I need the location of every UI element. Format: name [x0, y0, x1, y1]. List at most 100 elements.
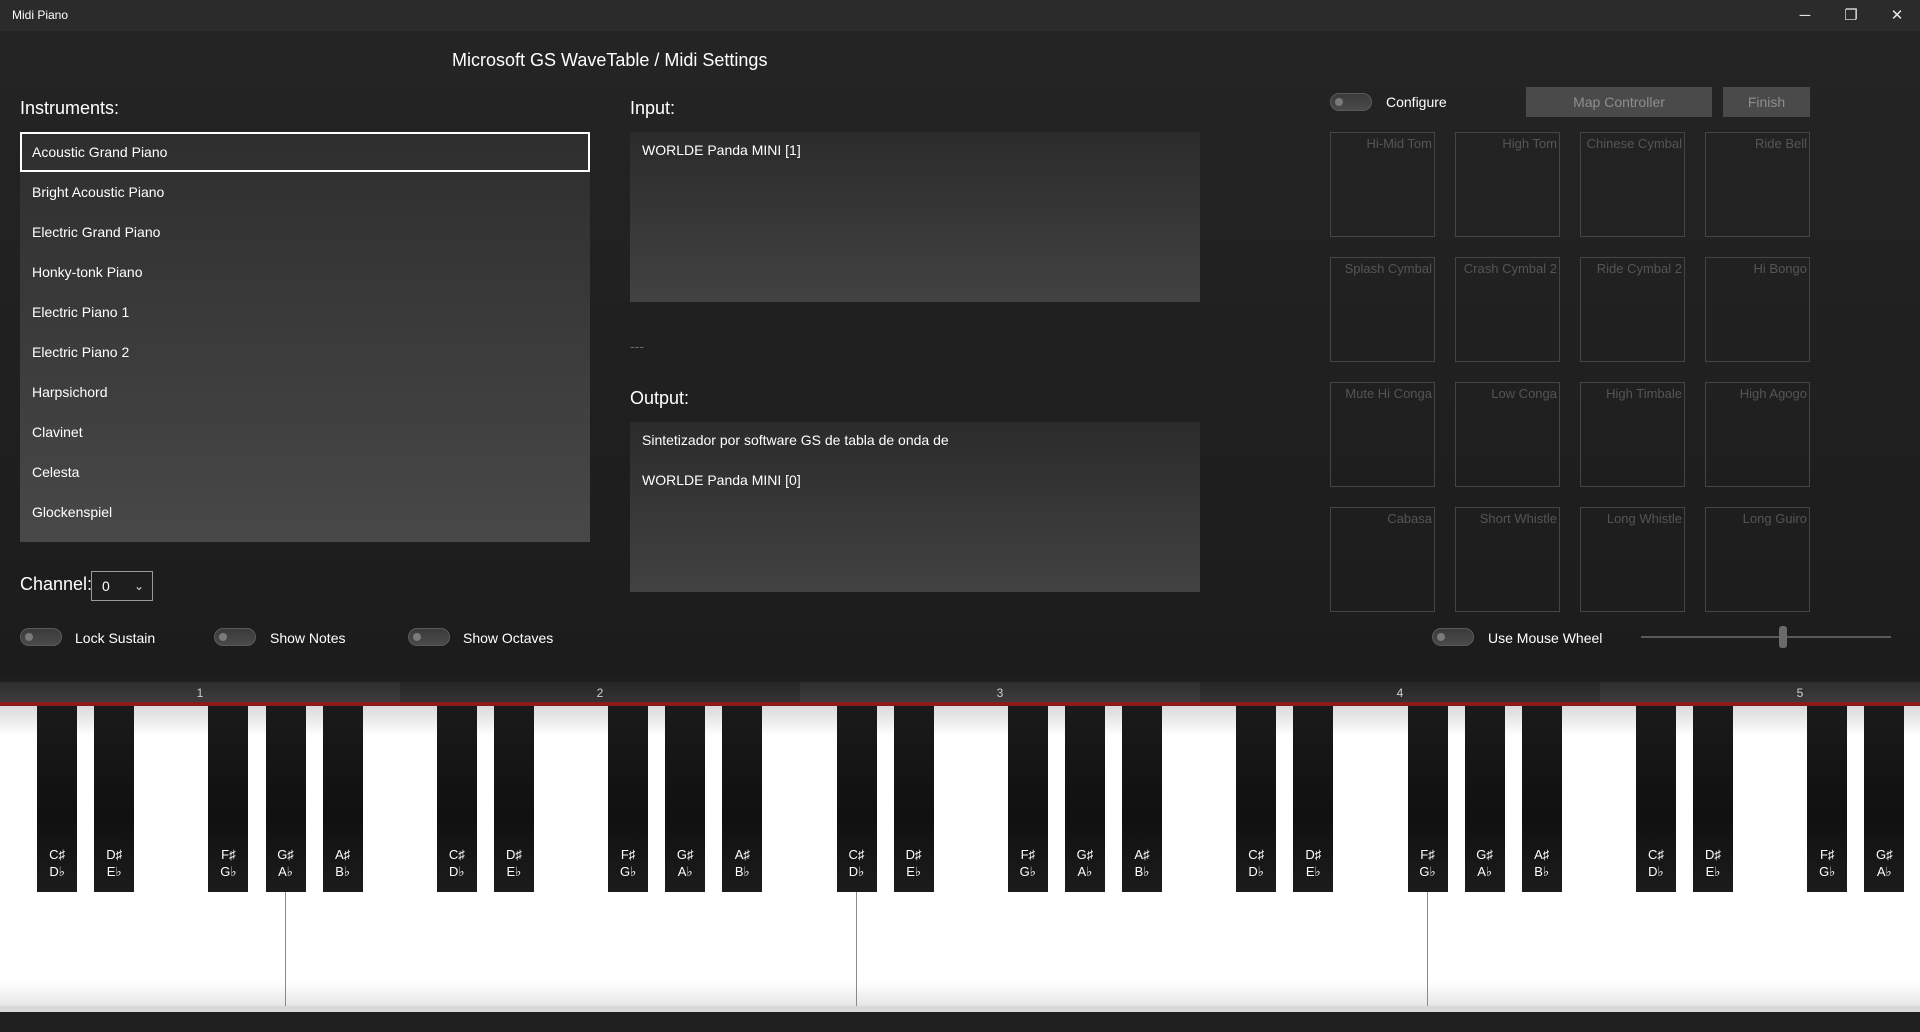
- toggle-knob: [1437, 633, 1445, 641]
- black-key-sharp-label: A♯: [1534, 847, 1550, 862]
- show-octaves-toggle[interactable]: [408, 628, 450, 646]
- black-key-flat-label: D♭: [848, 864, 865, 879]
- black-key[interactable]: G♯ A♭: [1464, 706, 1505, 892]
- octave-label: 3: [800, 682, 1200, 702]
- black-key[interactable]: D♯ E♭: [1693, 706, 1733, 892]
- drum-pad[interactable]: Ride Bell: [1705, 132, 1810, 237]
- separator-text: ---: [630, 338, 644, 354]
- instrument-list-item[interactable]: Electric Piano 2: [20, 332, 590, 372]
- instrument-list-item[interactable]: Clavinet: [20, 412, 590, 452]
- drum-pad[interactable]: Long Whistle: [1580, 507, 1685, 612]
- black-key[interactable]: A♯ B♭: [1521, 706, 1562, 892]
- black-key-sharp-label: F♯: [1420, 847, 1435, 862]
- lock-sustain-toggle[interactable]: [20, 628, 62, 646]
- drum-pad[interactable]: Splash Cymbal: [1330, 257, 1435, 362]
- drum-pad[interactable]: Hi-Mid Tom: [1330, 132, 1435, 237]
- black-key[interactable]: G♯ A♭: [665, 706, 706, 892]
- drum-pad[interactable]: High Tom: [1455, 132, 1560, 237]
- minimize-button[interactable]: ─: [1782, 0, 1828, 31]
- drum-pad[interactable]: Cabasa: [1330, 507, 1435, 612]
- black-key-sharp-label: F♯: [1819, 847, 1835, 862]
- black-key-sharp-label: C♯: [49, 847, 66, 862]
- drum-pad[interactable]: High Agogo: [1705, 382, 1810, 487]
- show-notes-toggle[interactable]: [214, 628, 256, 646]
- black-key-flat-label: A♭: [677, 864, 693, 879]
- black-key[interactable]: C♯ D♭: [836, 706, 877, 892]
- instrument-list-item[interactable]: Acoustic Grand Piano: [20, 132, 590, 172]
- title-bar: Midi Piano ─ ❐ ✕: [0, 0, 1920, 31]
- black-key[interactable]: F♯ G♭: [1807, 706, 1848, 892]
- drum-pad[interactable]: Short Whistle: [1455, 507, 1560, 612]
- black-key[interactable]: F♯ G♭: [1007, 706, 1048, 892]
- black-key-flat-label: D♭: [1248, 864, 1264, 879]
- channel-label: Channel:: [20, 574, 93, 594]
- black-key-sharp-label: C♯: [1647, 847, 1664, 862]
- black-key[interactable]: F♯ G♭: [1407, 706, 1448, 892]
- black-key[interactable]: G♯ A♭: [1064, 706, 1105, 892]
- black-key[interactable]: C♯ D♭: [436, 706, 477, 892]
- black-key[interactable]: C♯ D♭: [1635, 706, 1676, 892]
- black-key-sharp-label: A♯: [1134, 847, 1150, 862]
- black-key[interactable]: D♯ E♭: [893, 706, 934, 892]
- black-key[interactable]: A♯ B♭: [322, 706, 363, 892]
- black-key[interactable]: D♯ E♭: [1293, 706, 1334, 892]
- instrument-list-item[interactable]: Electric Grand Piano: [20, 212, 590, 252]
- black-key[interactable]: C♯ D♭: [1236, 706, 1277, 892]
- black-key[interactable]: C♯ D♭: [37, 706, 78, 892]
- black-key[interactable]: D♯ E♭: [493, 706, 534, 892]
- black-key[interactable]: A♯ B♭: [722, 706, 763, 892]
- output-label: Output:: [630, 388, 690, 408]
- black-key[interactable]: G♯ A♭: [265, 706, 306, 892]
- channel-value: 0: [102, 578, 110, 594]
- black-key-sharp-label: F♯: [221, 847, 236, 862]
- input-label: Input:: [630, 98, 676, 118]
- instrument-list-item[interactable]: Electric Piano 1: [20, 292, 590, 332]
- black-key-sharp-label: G♯: [277, 847, 294, 862]
- drum-pad[interactable]: Mute Hi Conga: [1330, 382, 1435, 487]
- input-device-list[interactable]: WORLDE Panda MINI [1]: [630, 132, 1200, 302]
- instruments-label: Instruments:: [20, 98, 120, 118]
- restore-button[interactable]: ❐: [1828, 0, 1874, 31]
- input-device-item[interactable]: WORLDE Panda MINI [1]: [642, 142, 1188, 162]
- instrument-list-item[interactable]: Glockenspiel: [20, 492, 590, 532]
- black-key-flat-label: A♭: [1876, 864, 1892, 879]
- close-button[interactable]: ✕: [1874, 0, 1920, 31]
- drum-pad[interactable]: Ride Cymbal 2: [1580, 257, 1685, 362]
- black-key[interactable]: G♯ A♭: [1864, 706, 1905, 892]
- instrument-list-item[interactable]: Celesta: [20, 452, 590, 492]
- output-device-item[interactable]: Sintetizador por software GS de tabla de…: [642, 432, 1188, 452]
- piano-keyboard[interactable]: C♯ D♭ D♯ E♭ F♯ G♭ G♯ A♭ A♯ B♭ C♯ D♭ D♯ E♭ F♯ G♭ G♯ A♭ A♯ B♭…: [0, 706, 1920, 1012]
- mouse-wheel-slider-thumb[interactable]: [1778, 626, 1787, 648]
- black-key[interactable]: F♯ G♭: [608, 706, 649, 892]
- output-device-item[interactable]: WORLDE Panda MINI [0]: [642, 472, 1188, 492]
- drum-pad[interactable]: Hi Bongo: [1705, 257, 1810, 362]
- black-key[interactable]: A♯ B♭: [1122, 706, 1162, 892]
- black-key-flat-label: A♭: [1077, 864, 1093, 879]
- instrument-list[interactable]: Acoustic Grand Piano Bright Acoustic Pian…: [20, 132, 590, 542]
- black-key-flat-label: G♭: [1819, 864, 1836, 879]
- configure-toggle[interactable]: [1330, 93, 1372, 111]
- finish-button[interactable]: Finish: [1723, 87, 1810, 117]
- drum-pad[interactable]: Chinese Cymbal: [1580, 132, 1685, 237]
- drum-pad[interactable]: Long Guiro: [1705, 507, 1810, 612]
- black-key[interactable]: D♯ E♭: [94, 706, 135, 892]
- toggle-knob: [25, 633, 33, 641]
- page-title: Microsoft GS WaveTable / Midi Settings: [452, 50, 768, 70]
- instrument-list-item[interactable]: Bright Acoustic Piano: [20, 172, 590, 212]
- black-key-flat-label: G♭: [619, 864, 637, 879]
- black-key-sharp-label: G♯: [1076, 847, 1094, 862]
- instrument-list-item[interactable]: Honky-tonk Piano: [20, 252, 590, 292]
- output-device-list[interactable]: Sintetizador por software GS de tabla de…: [630, 422, 1200, 592]
- drum-pad[interactable]: High Timbale: [1580, 382, 1685, 487]
- channel-select[interactable]: 0 ⌄: [91, 571, 153, 601]
- drum-pad[interactable]: Crash Cymbal 2: [1455, 257, 1560, 362]
- black-key-flat-label: B♭: [335, 864, 350, 879]
- instrument-list-item[interactable]: Harpsichord: [20, 372, 590, 412]
- toggle-knob: [413, 633, 421, 641]
- mouse-wheel-slider-track[interactable]: [1641, 636, 1891, 638]
- use-mouse-wheel-toggle[interactable]: [1432, 628, 1474, 646]
- map-controller-button[interactable]: Map Controller: [1526, 87, 1712, 117]
- black-key[interactable]: F♯ G♭: [208, 706, 249, 892]
- black-key-flat-label: E♭: [1305, 864, 1321, 879]
- drum-pad[interactable]: Low Conga: [1455, 382, 1560, 487]
